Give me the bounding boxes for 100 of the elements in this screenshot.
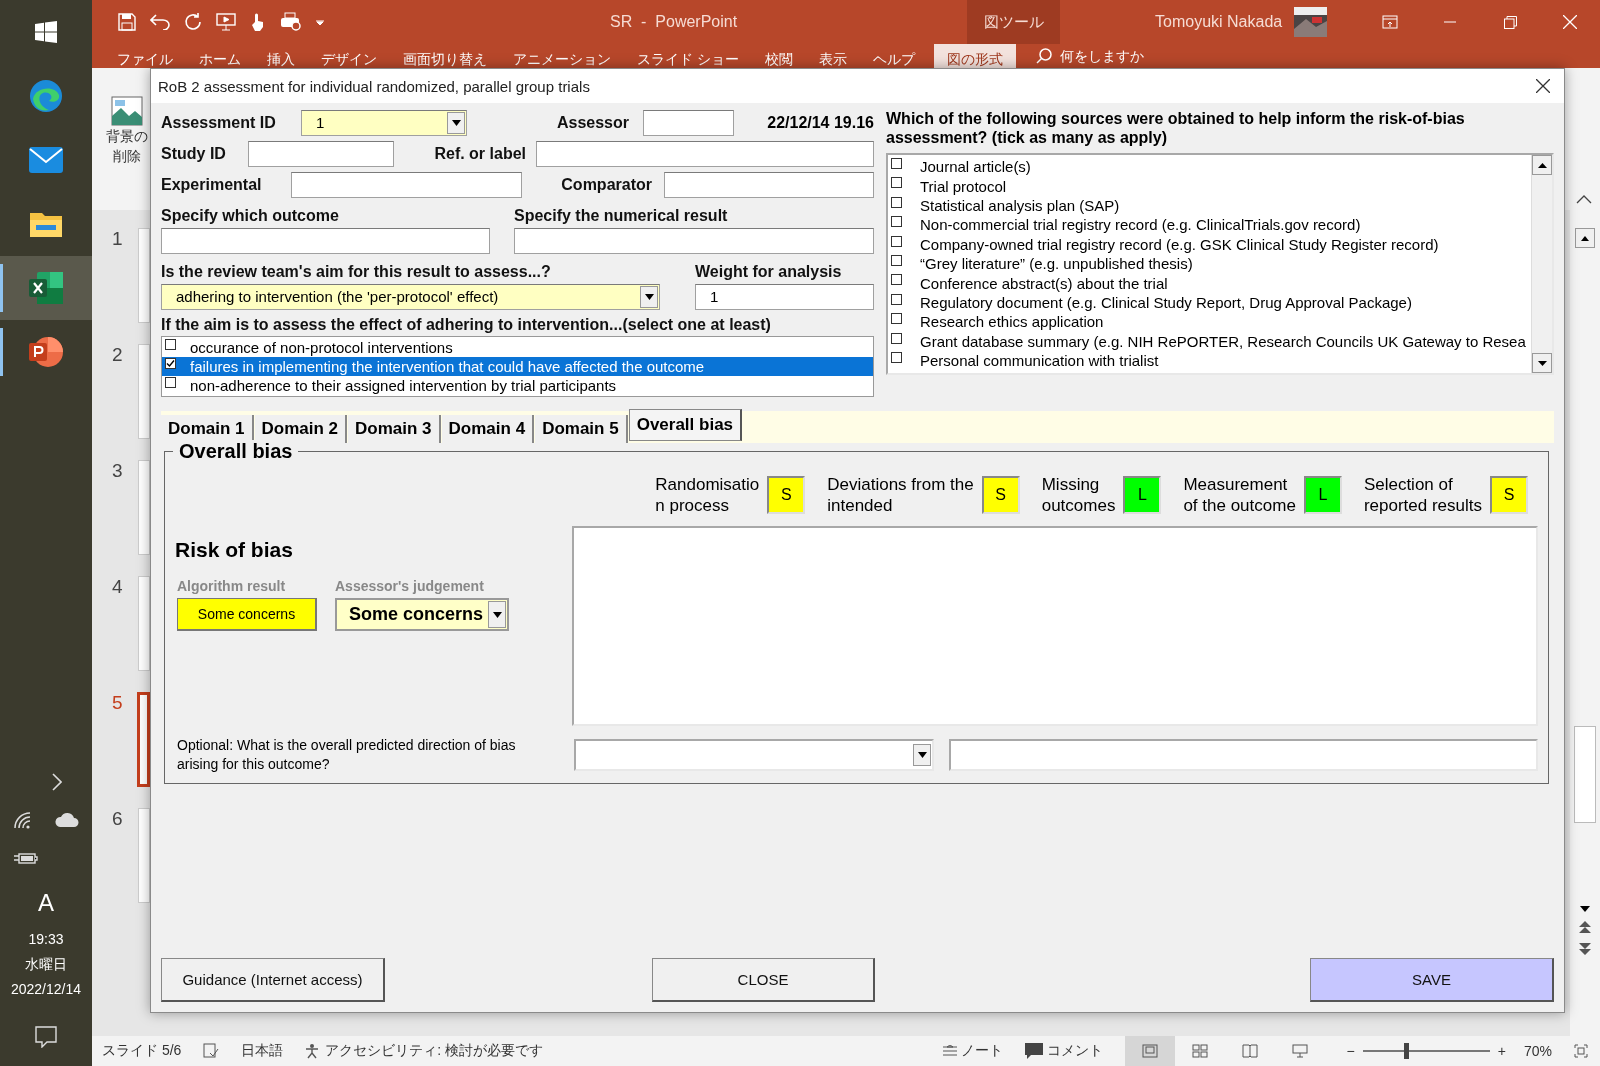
checkbox[interactable] <box>891 216 902 228</box>
dialog-button[interactable]: SAVE <box>1310 958 1554 1002</box>
save-icon[interactable] <box>118 13 136 31</box>
assessor-field[interactable] <box>643 109 734 136</box>
user-name[interactable]: Tomoyuki Nakada <box>1155 13 1283 31</box>
checkbox[interactable] <box>165 358 176 369</box>
ribbon-tab[interactable]: ヘルプ <box>859 44 928 68</box>
ribbon-tab[interactable]: スライド ショー <box>624 44 752 68</box>
checkbox[interactable] <box>891 158 902 169</box>
down-arrow-icon[interactable] <box>1537 360 1547 366</box>
checkbox[interactable] <box>891 293 902 305</box>
scroll-down-icon[interactable] <box>1580 906 1590 912</box>
ribbon-tab[interactable]: 挿入 <box>254 44 308 68</box>
ribbon-tab[interactable]: 図の形式 <box>933 44 1016 68</box>
ribbon-display-icon[interactable] <box>1382 15 1398 29</box>
scroll-up-button[interactable] <box>1575 228 1595 248</box>
undo-icon[interactable] <box>150 14 170 30</box>
mail-icon[interactable] <box>29 147 63 173</box>
slideshow-icon[interactable] <box>216 13 236 31</box>
outcome-field[interactable] <box>161 227 490 254</box>
restore-icon[interactable] <box>1503 15 1517 29</box>
browser-icon[interactable] <box>29 79 63 113</box>
checkbox[interactable] <box>891 274 902 286</box>
cloud-icon[interactable] <box>55 813 79 827</box>
tab[interactable]: Domain 2 <box>254 415 348 443</box>
close-icon[interactable] <box>1536 79 1550 93</box>
tab[interactable]: Domain 4 <box>441 415 535 443</box>
list-item[interactable]: Company-owned trial registry record (e.g. GSK Clinical Study Register record) <box>888 234 1531 254</box>
aim-dropdown[interactable]: adhering to intervention (the 'per-protocol' effect) <box>161 283 660 310</box>
study-id-field[interactable] <box>248 140 394 167</box>
battery-icon[interactable] <box>14 851 38 865</box>
direction-field[interactable] <box>949 739 1538 771</box>
ribbon-tab[interactable]: 校閲 <box>751 44 806 68</box>
tab[interactable]: Domain 1 <box>161 415 254 443</box>
previous-slide-icon[interactable] <box>1579 920 1591 934</box>
collapse-ribbon-icon[interactable] <box>1576 195 1592 204</box>
zoom-out-button[interactable]: − <box>1346 1043 1355 1059</box>
checkbox[interactable] <box>165 377 176 388</box>
folder-icon[interactable] <box>30 211 62 237</box>
slide-thumbnail[interactable] <box>137 692 150 787</box>
tell-me-search[interactable]: 何をしますか <box>1035 44 1144 68</box>
scrollbar-thumb[interactable] <box>1574 726 1596 823</box>
comments-button[interactable]: コメント <box>1024 1042 1103 1060</box>
scrollbar[interactable] <box>1531 155 1552 373</box>
clock-day[interactable]: 水曜日 <box>25 952 67 977</box>
spell-check-icon[interactable] <box>203 1043 220 1059</box>
list-item[interactable]: Conference abstract(s) about the trial <box>888 273 1531 293</box>
ribbon-tab[interactable]: デザイン <box>308 44 390 68</box>
tab[interactable]: Overall bias <box>628 409 743 441</box>
checkbox[interactable] <box>891 313 902 325</box>
spreadsheet-app-icon[interactable] <box>29 272 63 304</box>
ribbon-tab[interactable]: ファイル <box>104 44 186 68</box>
dialog-button[interactable]: Guidance (Internet access) <box>161 958 385 1002</box>
checkbox[interactable] <box>891 332 902 344</box>
checkbox[interactable] <box>891 254 902 266</box>
dialog-button[interactable]: CLOSE <box>652 958 875 1002</box>
tab[interactable]: Domain 3 <box>348 415 441 443</box>
ribbon-tab[interactable]: アニメーション <box>500 44 624 68</box>
accessibility-status[interactable]: アクセシビリティ: 検討が必要です <box>305 1042 544 1060</box>
checkbox[interactable] <box>891 196 902 208</box>
ribbon-tab[interactable]: ホーム <box>186 44 254 68</box>
list-item[interactable]: Personal communication with trialist <box>888 350 1531 371</box>
zoom-slider-thumb[interactable] <box>1403 1043 1409 1059</box>
ref-label-field[interactable] <box>536 140 874 167</box>
redo-icon[interactable] <box>184 13 202 31</box>
experimental-field[interactable] <box>291 171 522 198</box>
remove-background-button[interactable]: 背景の 削除 <box>106 96 148 166</box>
clock-time[interactable]: 19:33 <box>28 927 64 952</box>
list-item[interactable]: Research ethics application <box>888 312 1531 332</box>
zoom-level[interactable]: 70% <box>1523 1043 1552 1059</box>
presentation-app-icon[interactable] <box>29 336 63 368</box>
list-item[interactable]: Regulatory document (e.g. Clinical Study Report, Drug Approval Package) <box>888 292 1531 313</box>
list-item[interactable]: “Grey literature” (e.g. unpublished thesis) <box>888 253 1531 274</box>
checkbox[interactable] <box>891 177 902 189</box>
list-item[interactable]: Journal article(s) <box>888 157 1531 177</box>
checkbox[interactable] <box>891 235 902 247</box>
list-item[interactable]: Grant database summary (e.g. NIH RePORTER, Research Councils UK Gateway to Resea <box>888 331 1531 351</box>
list-item[interactable]: Trial protocol <box>888 176 1531 196</box>
input-mode-indicator[interactable]: A <box>38 889 54 917</box>
zoom-in-button[interactable]: + <box>1497 1043 1506 1059</box>
customize-caret-icon[interactable] <box>316 19 324 25</box>
touch-icon[interactable] <box>250 12 266 32</box>
checkbox[interactable] <box>165 339 176 350</box>
assessment-id-dropdown[interactable]: 1 <box>301 109 467 136</box>
notification-icon[interactable] <box>35 1026 57 1048</box>
list-item[interactable]: non-adherence to their assigned intervention by trial participants <box>162 376 873 395</box>
list-item[interactable]: failures in implementing the intervention that could have affected the outcome <box>162 357 873 376</box>
wifi-icon[interactable] <box>13 811 33 829</box>
numerical-result-field[interactable] <box>514 227 874 254</box>
up-arrow-icon[interactable] <box>1537 162 1547 168</box>
fit-to-window-icon[interactable] <box>1574 1044 1588 1058</box>
notes-button[interactable]: ノート <box>942 1042 1003 1060</box>
windows-logo-icon[interactable] <box>35 21 57 43</box>
next-slide-icon[interactable] <box>1579 942 1591 956</box>
tab[interactable]: Domain 5 <box>535 415 628 443</box>
language-indicator[interactable]: 日本語 <box>241 1042 284 1060</box>
chevron-right-icon[interactable] <box>52 773 62 791</box>
weight-field[interactable]: 1 <box>695 283 874 310</box>
ribbon-tab[interactable]: 表示 <box>805 44 860 68</box>
list-item[interactable]: Statistical analysis plan (SAP) <box>888 195 1531 216</box>
